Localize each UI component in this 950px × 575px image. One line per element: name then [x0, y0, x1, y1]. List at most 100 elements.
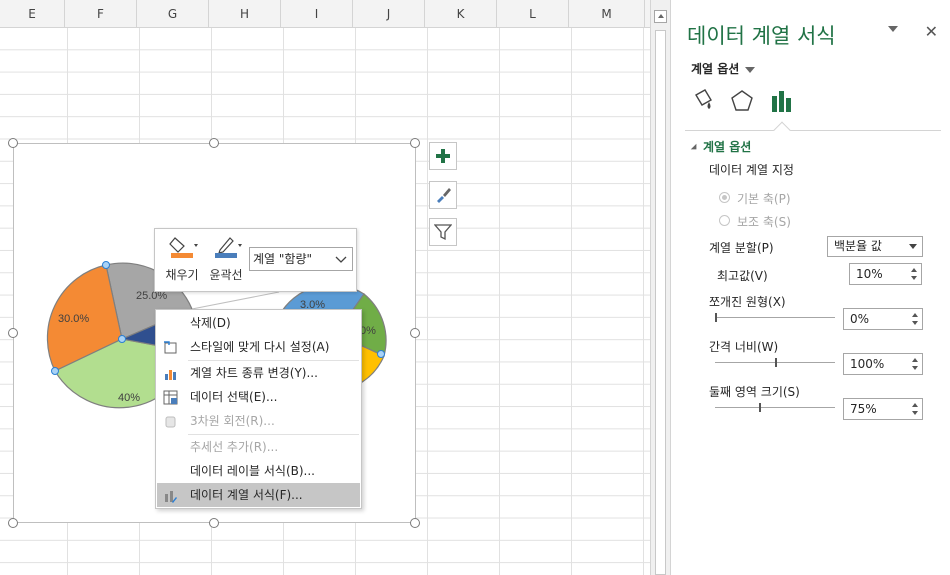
chart-elements-button[interactable]: [429, 142, 457, 170]
series-options-tab-icon[interactable]: [769, 88, 795, 114]
primary-axis-radio[interactable]: [719, 192, 730, 203]
max-value-stepper[interactable]: 10%: [849, 263, 922, 285]
close-icon[interactable]: ✕: [925, 22, 938, 41]
menu-item-label: 데이터 계열 서식(F)...: [190, 488, 303, 502]
chart-styles-button[interactable]: [429, 181, 457, 209]
resize-handle[interactable]: [8, 518, 18, 528]
column-header[interactable]: M: [569, 0, 645, 28]
gap-width-slider[interactable]: [715, 358, 835, 367]
menu-item-label: 스타일에 맞게 다시 설정(A): [190, 340, 330, 354]
column-header[interactable]: L: [497, 0, 569, 28]
menu-item-delete[interactable]: 삭제(D): [157, 311, 360, 335]
resize-handle[interactable]: [8, 138, 18, 148]
resize-handle[interactable]: [410, 138, 420, 148]
chart-filters-button[interactable]: [429, 218, 457, 246]
menu-item-3d-rotation[interactable]: 3차원 회전(R)...: [157, 409, 360, 433]
secondary-axis-label: 보조 축(S): [737, 215, 791, 229]
explosion-input[interactable]: 0%: [850, 312, 869, 326]
series-handle[interactable]: [102, 261, 110, 269]
explosion-slider[interactable]: [715, 313, 835, 322]
format-data-series-pane: 데이터 계열 서식 ✕ 계열 옵션 계열 옵션 데이터 계열 지정 기본 축(P…: [670, 0, 950, 575]
explosion-label: 쪼개진 원형(X): [709, 295, 786, 309]
max-value-label: 최고값(V): [717, 269, 768, 283]
column-header[interactable]: I: [281, 0, 353, 28]
series-options-label: 계열 옵션: [691, 62, 740, 76]
menu-item-label: 삭제(D): [190, 316, 231, 330]
outline-button[interactable]: 윤곽선: [205, 235, 247, 283]
resize-handle[interactable]: [8, 328, 18, 338]
series-selector-value: 계열 "함량": [253, 252, 313, 266]
resize-handle[interactable]: [410, 518, 420, 528]
column-header[interactable]: E: [0, 0, 65, 28]
resize-handle[interactable]: [209, 518, 219, 528]
paint-bucket-icon: [169, 237, 198, 258]
chevron-down-icon: [909, 244, 917, 249]
slider-knob[interactable]: [775, 358, 777, 367]
brush-icon: [437, 188, 451, 203]
series-selector[interactable]: 계열 "함량": [249, 247, 353, 271]
split-series-dropdown[interactable]: 백분율 값: [827, 236, 923, 257]
menu-item-label: 데이터 선택(E)...: [190, 390, 278, 404]
menu-item-label: 데이터 레이블 서식(B)...: [190, 464, 315, 478]
pane-options-dropdown-icon[interactable]: [888, 26, 898, 32]
context-menu: 삭제(D) 스타일에 맞게 다시 설정(A) 계열 차트 종류 변경(Y)...…: [155, 309, 362, 509]
second-plot-size-stepper[interactable]: 75%: [843, 398, 923, 420]
tab-divider: [685, 130, 941, 131]
menu-item-format-data-series[interactable]: 데이터 계열 서식(F)...: [157, 483, 360, 507]
menu-item-label: 3차원 회전(R)...: [190, 414, 275, 428]
second-plot-size-slider[interactable]: [715, 403, 835, 412]
gap-width-input[interactable]: 100%: [850, 357, 884, 371]
column-header[interactable]: K: [425, 0, 497, 28]
menu-item-change-chart-type[interactable]: 계열 차트 종류 변경(Y)...: [157, 361, 360, 385]
pen-outline-icon: [215, 237, 242, 258]
resize-handle[interactable]: [209, 138, 219, 148]
chart-type-icon: [165, 370, 176, 380]
explosion-stepper[interactable]: 0%: [843, 308, 923, 330]
menu-item-select-data[interactable]: 데이터 선택(E)...: [157, 385, 360, 409]
series-options-dropdown[interactable]: 계열 옵션: [691, 60, 756, 77]
split-series-value: 백분율 값: [834, 239, 882, 253]
section-title: 계열 옵션: [703, 140, 752, 154]
series-handle[interactable]: [118, 335, 126, 343]
section-series-options[interactable]: 계열 옵션: [690, 138, 752, 155]
resize-handle[interactable]: [410, 328, 420, 338]
fill-button[interactable]: 채우기: [161, 235, 203, 283]
primary-axis-label: 기본 축(P): [737, 192, 791, 206]
effects-tab-icon[interactable]: [729, 88, 755, 114]
column-header[interactable]: J: [353, 0, 425, 28]
secondary-axis-radio[interactable]: [719, 215, 730, 226]
worksheet[interactable]: E F G H I J K L M 25.0% 30.0% 40% 3.0% 0…: [0, 0, 650, 575]
filter-icon: [434, 224, 452, 241]
menu-item-format-data-labels[interactable]: 데이터 레이블 서식(B)...: [157, 459, 360, 483]
data-label[interactable]: 0%: [360, 325, 376, 337]
max-value-input[interactable]: 10%: [856, 267, 883, 281]
series-handle[interactable]: [51, 367, 59, 375]
gap-width-stepper[interactable]: 100%: [843, 353, 923, 375]
column-header[interactable]: H: [209, 0, 281, 28]
reset-style-icon: [164, 341, 177, 354]
second-plot-size-input[interactable]: 75%: [850, 402, 877, 416]
series-handle[interactable]: [377, 350, 385, 358]
column-header[interactable]: G: [137, 0, 209, 28]
gap-width-label: 간격 너비(W): [709, 340, 779, 354]
outline-label: 윤곽선: [209, 268, 243, 282]
plot-series-on-label: 데이터 계열 지정: [709, 163, 794, 177]
fill-label: 채우기: [165, 268, 199, 282]
column-header[interactable]: F: [65, 0, 137, 28]
slider-knob[interactable]: [715, 313, 717, 322]
scroll-up-button[interactable]: [654, 10, 667, 23]
chevron-down-icon: [335, 256, 347, 263]
rotate-3d-icon: [165, 416, 176, 428]
tab-pointer: [773, 121, 791, 139]
menu-item-reset-style[interactable]: 스타일에 맞게 다시 설정(A): [157, 335, 360, 359]
split-series-label: 계열 분할(P): [709, 241, 774, 255]
scroll-thumb[interactable]: [655, 30, 666, 575]
data-label[interactable]: 40%: [118, 392, 140, 404]
slider-knob[interactable]: [759, 403, 761, 412]
second-plot-size-label: 둘째 영역 크기(S): [709, 385, 800, 399]
menu-item-add-trendline[interactable]: 추세선 추가(R)...: [157, 435, 360, 459]
format-series-icon: [165, 491, 177, 503]
vertical-scrollbar[interactable]: [650, 0, 670, 575]
fill-line-tab-icon[interactable]: [691, 88, 717, 114]
data-label[interactable]: 30.0%: [58, 313, 89, 325]
